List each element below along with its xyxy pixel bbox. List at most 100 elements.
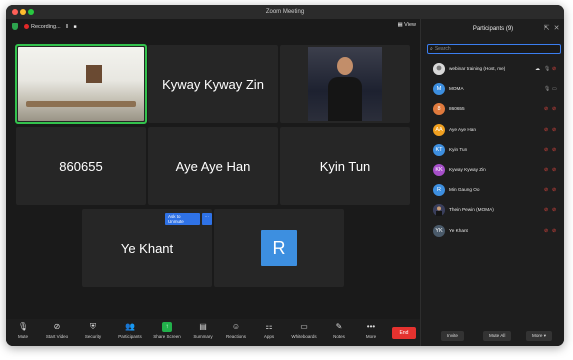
participant-row[interactable]: M MOMA 🎙 ▭	[421, 80, 564, 100]
close-icon[interactable]: ✕	[553, 25, 560, 32]
mic-icon[interactable]: 🎙	[544, 86, 550, 92]
tile-name: Kyway Kyway Zin	[162, 76, 264, 92]
recording-indicator[interactable]: Recording... II ■	[22, 22, 80, 31]
reactions-button[interactable]: ☺ Reactions	[219, 322, 253, 339]
security-button[interactable]: ⛨ Security	[76, 322, 110, 339]
notes-button[interactable]: ✎ Notes	[322, 322, 356, 339]
participants-panel: Participants (9) ⇱ ✕ ⌕ webinar training …	[420, 19, 564, 346]
participants-title: Participants (9)	[472, 26, 514, 32]
whiteboards-label: Whiteboards	[291, 334, 317, 339]
pause-recording-button[interactable]: II	[66, 24, 69, 30]
participants-panel-footer: Invite Mute All More ▾	[421, 327, 564, 346]
mic-muted-icon[interactable]: ⊘	[544, 167, 548, 173]
mic-muted-icon[interactable]: ⊘	[544, 187, 548, 193]
window-title: Zoom Meeting	[265, 9, 305, 15]
avatar: AA	[433, 123, 445, 136]
participant-name: webinar training (Host, me)	[449, 66, 506, 71]
unmute-controls: Ask to Unmute ···	[165, 213, 212, 225]
whiteboards-button[interactable]: ▭ Whiteboards	[287, 322, 321, 339]
shield-icon[interactable]	[12, 23, 18, 30]
mic-muted-icon[interactable]: ⊘	[544, 207, 548, 213]
mic-muted-icon[interactable]: ⊘	[544, 106, 548, 112]
participants-label: Participants	[118, 334, 142, 339]
share-screen-icon: ↑	[162, 322, 172, 332]
room-video-feed	[18, 47, 144, 121]
start-video-button[interactable]: ⊘ Start Video	[40, 322, 74, 339]
mute-button[interactable]: 🎙 Mute	[6, 322, 40, 339]
participant-name: Min Gaung Oo	[449, 187, 480, 193]
video-tile-kyway-kyway-zin[interactable]: Kyway Kyway Zin	[148, 45, 278, 123]
video-off-icon[interactable]: ⊘	[552, 147, 556, 153]
video-off-icon: ⊘	[53, 322, 61, 331]
mic-muted-icon[interactable]: ⊘	[544, 147, 548, 153]
search-icon: ⌕	[430, 46, 433, 52]
avatar: R	[433, 184, 445, 197]
avatar: YK	[433, 224, 445, 237]
mute-label: Mute	[17, 334, 28, 339]
participant-name: MOMA	[449, 86, 464, 92]
participant-row[interactable]: 8 860655 ⊘ ⊘	[421, 100, 564, 120]
video-off-icon[interactable]: ⊘	[552, 127, 556, 133]
ask-to-unmute-button[interactable]: Ask to Unmute	[165, 213, 200, 225]
mic-muted-icon[interactable]: ⊘	[544, 127, 548, 133]
video-off-icon[interactable]: ⊘	[552, 187, 556, 193]
video-off-icon[interactable]: ⊘	[552, 228, 556, 234]
reactions-label: Reactions	[225, 334, 246, 339]
more-button[interactable]: ••• More	[354, 322, 388, 339]
start-video-label: Start Video	[45, 334, 69, 339]
video-tile-r[interactable]: R	[214, 209, 344, 287]
video-tile-room[interactable]	[15, 44, 147, 124]
minimize-window-button[interactable]	[20, 9, 26, 15]
video-tile-ye-khant[interactable]: Ask to Unmute ··· Ye Khant	[82, 209, 212, 287]
video-tile-aye-aye-han[interactable]: Aye Aye Han	[148, 127, 278, 205]
apps-icon: ⚏	[265, 322, 273, 331]
recording-dot-icon	[24, 24, 29, 29]
participant-row[interactable]: webinar training (Host, me) ☁ 🎙 ⊘	[421, 60, 564, 80]
video-off-icon[interactable]: ⊘	[552, 207, 556, 213]
video-tile-person[interactable]	[280, 45, 410, 123]
summary-button[interactable]: ▤ Summary	[186, 322, 220, 339]
mic-icon: 🎙	[18, 322, 29, 331]
mic-icon[interactable]: 🎙	[544, 66, 550, 72]
participant-row[interactable]: AA Aye Aye Han ⊘ ⊘	[421, 121, 564, 141]
participants-button[interactable]: 👥 Participants	[113, 322, 147, 339]
video-icon[interactable]: ▭	[552, 86, 557, 92]
video-off-icon[interactable]: ⊘	[552, 66, 556, 72]
tile-more-button[interactable]: ···	[201, 213, 212, 225]
whiteboard-icon: ▭	[300, 322, 308, 331]
apps-label: Apps	[263, 334, 275, 339]
avatar: R	[261, 230, 297, 266]
mute-all-button[interactable]: Mute All	[483, 331, 512, 341]
participant-name: Aye Aye Han	[449, 126, 476, 132]
invite-button[interactable]: Invite	[441, 331, 464, 341]
video-off-icon[interactable]: ⊘	[552, 106, 556, 112]
participant-search[interactable]: ⌕	[427, 44, 561, 54]
participant-row[interactable]: Thein Pewin (MOMA) ⊘ ⊘	[421, 201, 564, 221]
avatar: M	[433, 83, 445, 96]
stop-recording-button[interactable]: ■	[73, 24, 76, 30]
video-tile-kyin-tun[interactable]: Kyin Tun	[280, 127, 410, 205]
close-window-button[interactable]	[12, 9, 18, 15]
video-off-icon[interactable]: ⊘	[552, 167, 556, 173]
participant-name: Kyin Tun	[449, 146, 468, 152]
apps-button[interactable]: ⚏ Apps	[252, 322, 286, 339]
end-meeting-button[interactable]: End	[392, 327, 416, 339]
participant-row[interactable]: KK Kyway Kyway Zin ⊘ ⊘	[421, 161, 564, 181]
avatar: KK	[433, 163, 445, 176]
participant-name: Thein Pewin (MOMA)	[449, 207, 494, 213]
pop-out-icon[interactable]: ⇱	[543, 25, 550, 32]
zoom-window-button[interactable]	[28, 9, 34, 15]
participant-row[interactable]: R Min Gaung Oo ⊘ ⊘	[421, 181, 564, 201]
panel-more-button[interactable]: More ▾	[526, 331, 553, 341]
participant-row[interactable]: YK Ye Khant ⊘ ⊘	[421, 222, 564, 242]
participant-row[interactable]: KT Kyin Tun ⊘ ⊘	[421, 141, 564, 161]
avatar: 8	[433, 103, 445, 116]
mic-muted-icon[interactable]: ⊘	[544, 228, 548, 234]
search-input[interactable]	[434, 46, 553, 52]
grid-view-icon: ▦	[397, 22, 403, 28]
view-button[interactable]: ▦ View	[397, 22, 416, 28]
tile-name: Ye Khant	[120, 240, 174, 256]
participant-name: Ye Khant	[449, 227, 468, 233]
video-tile-860655[interactable]: 860655	[16, 127, 146, 205]
share-screen-button[interactable]: ↑ Share Screen	[150, 322, 184, 339]
